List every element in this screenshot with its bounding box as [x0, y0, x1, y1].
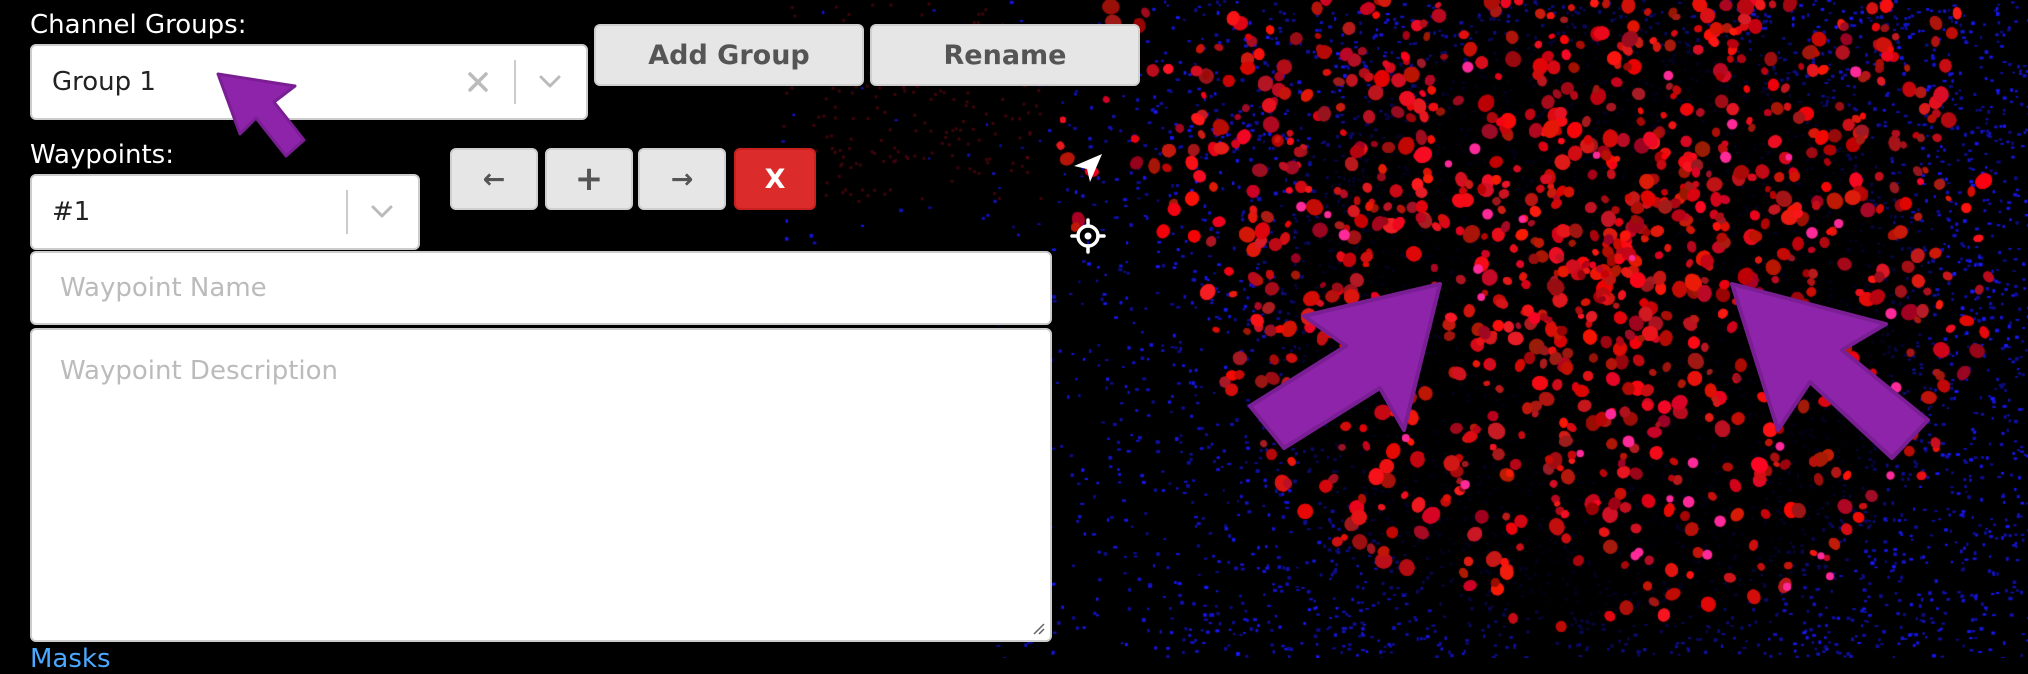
waypoint-name-placeholder: Waypoint Name: [60, 273, 267, 303]
next-waypoint-button[interactable]: →: [638, 148, 726, 210]
annotation-arrow-icon: [1730, 282, 1930, 460]
crosshair-icon[interactable]: [1070, 218, 1106, 254]
clear-icon[interactable]: [458, 62, 498, 102]
plus-icon: +: [574, 159, 604, 199]
delete-waypoint-button[interactable]: X: [734, 148, 816, 210]
delete-label: X: [764, 163, 786, 195]
previous-waypoint-button[interactable]: ←: [450, 148, 538, 210]
waypoint-select[interactable]: #1: [30, 174, 420, 250]
select-separator: [514, 60, 516, 104]
arrow-left-icon: ←: [482, 163, 506, 195]
chevron-down-icon[interactable]: [530, 62, 570, 102]
resize-handle-icon[interactable]: [1030, 620, 1046, 636]
waypoint-description-placeholder: Waypoint Description: [60, 356, 339, 386]
waypoints-label: Waypoints:: [30, 140, 174, 170]
waypoint-name-input[interactable]: Waypoint Name: [30, 251, 1052, 325]
navigation-icon[interactable]: [1070, 150, 1106, 186]
select-separator: [346, 190, 348, 234]
annotation-arrow-icon: [216, 72, 306, 158]
annotation-arrow-icon: [1248, 282, 1442, 450]
arrow-right-icon: →: [670, 163, 694, 195]
channel-groups-label: Channel Groups:: [30, 10, 247, 40]
waypoint-description-input[interactable]: Waypoint Description: [30, 328, 1052, 642]
channel-group-value: Group 1: [52, 67, 156, 97]
waypoint-value: #1: [52, 197, 91, 227]
chevron-down-icon[interactable]: [362, 192, 402, 232]
add-waypoint-button[interactable]: +: [545, 148, 633, 210]
add-group-button[interactable]: Add Group: [594, 24, 864, 86]
rename-button[interactable]: Rename: [870, 24, 1140, 86]
masks-link[interactable]: Masks: [30, 644, 111, 674]
